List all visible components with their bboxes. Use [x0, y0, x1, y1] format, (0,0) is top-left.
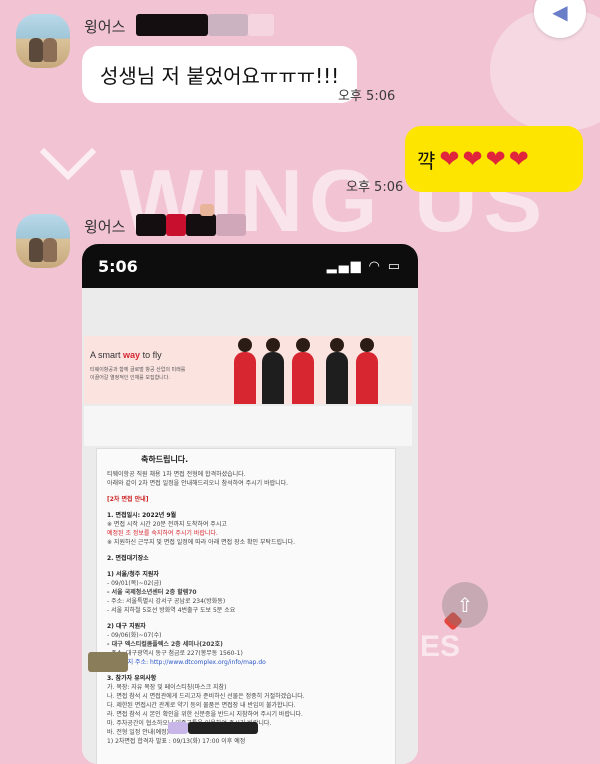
sender-name: 윙어스 — [84, 18, 126, 36]
sender-name: 윙어스 — [84, 218, 126, 236]
doc-line: 1) 2차면접 합격자 발표 : 09/13(화) 17:00 이후 예정 — [107, 738, 246, 745]
crew-figure — [356, 338, 378, 404]
doc-line: ※ 면접 시작 시간 20분 전까지 도착하여 주시고 — [107, 521, 227, 528]
doc-line: - 09/01(목)~02(금) — [107, 580, 162, 587]
info-table — [84, 406, 412, 446]
blurred-date-block — [168, 722, 188, 734]
notice-document: 축하드립니다. 티웨이항공 직원 채용 1차 면접 전형에 합격하셨습니다. 아… — [96, 448, 396, 764]
blurred-name-block — [200, 204, 214, 216]
doc-section: [2차 면접 안내] — [107, 496, 149, 503]
blurred-name-block — [208, 14, 248, 36]
my-message-bubble[interactable]: 꺅 ❤❤❤❤ — [405, 126, 583, 192]
doc-title: 축하드립니다. — [141, 455, 189, 464]
blurred-name-block — [216, 214, 246, 236]
avatar[interactable] — [16, 14, 70, 68]
blurred-name-block — [88, 652, 128, 672]
recruit-banner: A smart way to fly 티웨이항공과 함께 글로벌 항공 산업의 … — [84, 336, 412, 404]
message-time: 오후 5:06 — [346, 180, 404, 195]
doc-section: 3. 참가자 유의사항 — [107, 675, 157, 682]
doc-link: - 홈페이지 주소: http://www.dtcomplex.org/info… — [107, 659, 266, 666]
doc-line: - 주소: 서울특별시 강서구 공남로 234(방화동) — [107, 598, 226, 605]
background-heart-outline — [39, 123, 97, 181]
blurred-date-block — [188, 722, 258, 734]
doc-line: ※ 지원하신 근무지 및 면접 일정에 따라 아래 면접 장소 확인 부탁드립니… — [107, 539, 295, 546]
doc-section: 2. 면접대기장소 — [107, 555, 149, 562]
banner-subtitle: 티웨이항공과 함께 글로벌 항공 산업의 미래를 이끌어갈 열정적인 인재를 모… — [90, 367, 186, 381]
doc-line: 가. 복장: 자유 복장 및 페이스티칭(마스크 지참) — [107, 684, 227, 691]
doc-line: - 대구 엑스티컬콤플렉스 2층 세미나(202호) — [107, 641, 223, 648]
blurred-name-block — [186, 214, 216, 236]
background-corner-text: ES — [420, 630, 461, 663]
message-bubble[interactable]: 성생님 저 붙었어요ㅠㅠㅠ!!! — [82, 46, 358, 103]
image-message[interactable]: 5:06 ▂▄▆ ◠ ▭ A smart way to fly 티웨이항공과 함… — [82, 244, 418, 764]
doc-line: 나. 면접 참석 시 면접관에게 드리고자 준비하신 선물은 정중히 거절하겠습… — [107, 693, 305, 700]
doc-section: 1. 면접일시: 2022년 9월 — [107, 512, 177, 519]
status-time: 5:06 — [98, 256, 138, 276]
blurred-name-block — [136, 214, 166, 236]
doc-line: 아래와 같이 2차 면접 일정을 안내해드리오니 참석하여 주시기 바랍니다. — [107, 480, 289, 487]
message-text: 꺅 — [417, 148, 436, 173]
crew-figure — [292, 338, 314, 404]
doc-line: 라. 면접 참석 시 본인 확인을 위한 신분증을 반드시 지참하여 주시기 바… — [107, 711, 303, 718]
blurred-name-block — [136, 14, 208, 36]
doc-line: - 서울 지하철 5호선 방화역 4번출구 도보 5분 소요 — [107, 607, 236, 614]
share-icon[interactable]: ⇧ — [442, 582, 488, 628]
doc-line: 티웨이항공 직원 채용 1차 면접 전형에 합격하셨습니다. — [107, 471, 246, 478]
crew-figure — [262, 338, 284, 404]
phone-status-bar: 5:06 ▂▄▆ ◠ ▭ — [82, 244, 418, 288]
doc-line: - 서울 국제청소년센터 2층 할렘70 — [107, 589, 197, 596]
doc-subsection: 2) 대구 지원자 — [107, 623, 146, 630]
heart-emoji-icon: ❤❤❤❤ — [439, 145, 532, 173]
doc-subsection: 1) 서울/청주 지원자 — [107, 571, 159, 578]
screenshot-content: A smart way to fly 티웨이항공과 함께 글로벌 항공 산업의 … — [82, 288, 418, 764]
crew-figure — [234, 338, 256, 404]
signal-wifi-battery-icon: ▂▄▆ ◠ ▭ — [326, 258, 402, 274]
doc-line: - 주소: 대구광역시 동구 첨금로 227(봉무동 1560-1) — [107, 650, 243, 657]
banner-slogan: A smart way to fly — [90, 350, 162, 360]
blurred-name-block — [166, 214, 186, 236]
doc-line: 다. 제한된 면접시간 관계로 약기 등의 물품은 면접장 내 반입이 불가합니… — [107, 702, 296, 709]
avatar[interactable] — [16, 214, 70, 268]
doc-line: - 09/06(화)~07(수) — [107, 632, 162, 639]
message-time: 오후 5:06 — [338, 89, 396, 104]
crew-figure — [326, 338, 348, 404]
doc-line: 예정된 조 정보를 숙지하여 주시기 바랍니다. — [107, 530, 218, 537]
blurred-name-block — [248, 14, 274, 36]
